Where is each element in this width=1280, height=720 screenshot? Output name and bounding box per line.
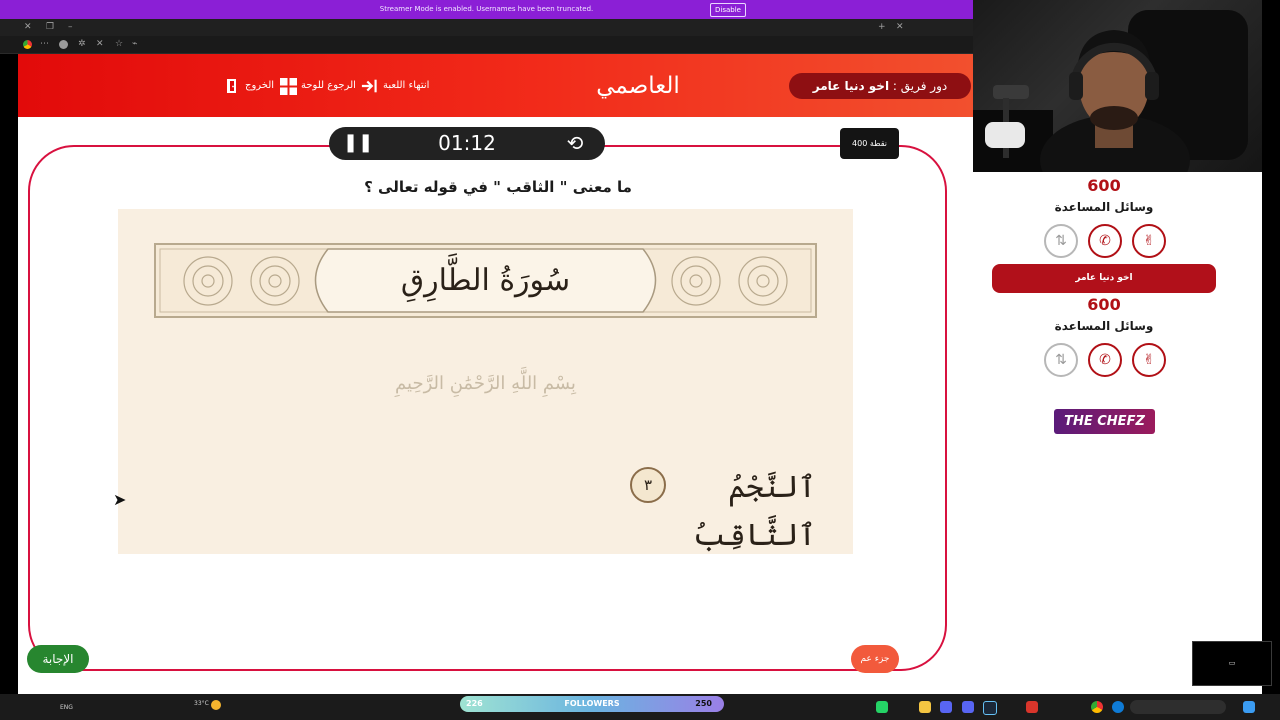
disable-streamer-mode-button[interactable]: Disable bbox=[710, 3, 746, 17]
team1-score: 600 bbox=[1087, 176, 1121, 195]
extensions-icon[interactable]: ✲ bbox=[78, 36, 86, 53]
team1-double-points-icon[interactable]: ✌ bbox=[1132, 224, 1166, 258]
team2-score: 600 bbox=[1087, 295, 1121, 314]
timer-bar: ❚❚ 01:12 ⟲ bbox=[329, 127, 605, 160]
browser-address-bar: ⋯ ✲ ✕ ☆ ⌁ bbox=[0, 36, 973, 54]
taskbar-search-box[interactable] bbox=[1130, 700, 1226, 714]
end-game-button[interactable]: انتهاء اللعبة bbox=[361, 76, 429, 96]
back-to-board-button[interactable]: الرجوع للوحة bbox=[279, 76, 356, 96]
weather-temperature[interactable]: 33°C bbox=[194, 699, 209, 708]
new-tab-icon[interactable]: + bbox=[878, 19, 886, 36]
language-indicator[interactable]: ENG bbox=[60, 703, 73, 712]
ayah-number: ٣ bbox=[630, 467, 666, 503]
game-header: الخروج الرجوع للوحة انتهاء اللعبة العاصم… bbox=[18, 54, 973, 117]
close-tab-icon[interactable]: ✕ bbox=[96, 36, 104, 53]
team1-aids-title: وسائل المساعدة bbox=[1054, 200, 1154, 214]
points-badge: 400 نقطة bbox=[840, 128, 899, 159]
link-icon[interactable]: ⌁ bbox=[132, 36, 137, 53]
discord-icon[interactable] bbox=[940, 701, 952, 713]
team2-aids-title: وسائل المساعدة bbox=[1054, 319, 1154, 333]
browser-tab-bar: ✕ ❐ – + ✕ bbox=[0, 19, 973, 36]
team2-call-friend-icon[interactable]: ✆ bbox=[1088, 343, 1122, 377]
exit-label: الخروج bbox=[245, 80, 275, 91]
turn-team-name: اخو دنيا عامر bbox=[812, 79, 890, 93]
steam-icon[interactable] bbox=[983, 701, 997, 715]
star-icon[interactable]: ☆ bbox=[115, 36, 123, 53]
folder-icon[interactable] bbox=[919, 701, 931, 713]
app-red-icon[interactable] bbox=[1026, 701, 1038, 713]
followers-goal-bar: 226 FOLLOWERS 250 bbox=[460, 696, 724, 712]
exit-button[interactable]: الخروج bbox=[223, 76, 274, 96]
game-page: الخروج الرجوع للوحة انتهاء اللعبة العاصم… bbox=[18, 54, 973, 694]
back-to-board-label: الرجوع للوحة bbox=[301, 80, 356, 91]
team2-swap-question-icon[interactable]: ⇅ bbox=[1044, 343, 1078, 377]
preview-window[interactable]: ▭ bbox=[1192, 641, 1272, 686]
reset-timer-icon[interactable]: ⟲ bbox=[564, 132, 586, 154]
turn-prefix: دور فريق : bbox=[892, 79, 948, 93]
streamer-mode-notice: Streamer Mode is enabled. Usernames have… bbox=[379, 5, 594, 13]
browser-logo-icon bbox=[23, 40, 32, 49]
menu-dots-icon[interactable]: ⋯ bbox=[40, 36, 49, 53]
current-turn-badge: دور فريق : اخو دنيا عامر bbox=[789, 73, 971, 99]
brand-logo: العاصمي bbox=[596, 73, 680, 99]
whatsapp-icon[interactable] bbox=[876, 701, 888, 713]
profile-icon[interactable] bbox=[59, 40, 68, 49]
answer-button[interactable]: الإجابة bbox=[27, 645, 89, 673]
category-badge: جزء عم bbox=[851, 645, 899, 673]
windows-start-icon[interactable] bbox=[1243, 701, 1255, 713]
sponsor-logo: THE CHEFZ bbox=[1054, 409, 1155, 434]
teams-panel: 600 وسائل المساعدة ⇅ ✆ ✌ اخو دنيا عامر 6… bbox=[973, 172, 1262, 694]
edge-icon[interactable] bbox=[1112, 701, 1124, 713]
close-icon[interactable]: ✕ bbox=[24, 19, 32, 36]
ayah-text: ٱلنَّجْمُ ٱلثَّاقِبُ bbox=[692, 470, 816, 553]
basmala: بِسْمِ اللَّهِ الرَّحْمَٰنِ الرَّحِيمِ bbox=[395, 373, 576, 394]
end-game-label: انتهاء اللعبة bbox=[383, 80, 430, 91]
tab-close-icon[interactable]: ✕ bbox=[896, 19, 904, 36]
mouse-cursor-icon: ➤ bbox=[113, 490, 127, 509]
minimize-icon[interactable]: – bbox=[68, 19, 73, 36]
arrow-into-icon bbox=[361, 77, 379, 95]
team1-swap-question-icon[interactable]: ⇅ bbox=[1044, 224, 1078, 258]
team2-double-points-icon[interactable]: ✌ bbox=[1132, 343, 1166, 377]
team1-call-friend-icon[interactable]: ✆ bbox=[1088, 224, 1122, 258]
webcam-overlay bbox=[973, 0, 1262, 172]
team2-name-badge: اخو دنيا عامر bbox=[992, 264, 1216, 293]
followers-label: FOLLOWERS bbox=[564, 699, 620, 708]
quran-verse-image: سُورَةُ الطَّارِقِ بِسْمِ اللَّهِ الرَّح… bbox=[118, 209, 853, 554]
weather-sun-icon[interactable] bbox=[211, 700, 221, 710]
restore-icon[interactable]: ❐ bbox=[46, 19, 54, 36]
discord-alt-icon[interactable] bbox=[962, 701, 974, 713]
chrome-icon[interactable] bbox=[1091, 701, 1103, 713]
timer-display: 01:12 bbox=[438, 131, 496, 155]
question-text: ما معنى " الثاقب " في قوله تعالى ؟ bbox=[364, 178, 632, 196]
pause-icon[interactable]: ❚❚ bbox=[343, 133, 373, 153]
surah-title: سُورَةُ الطَّارِقِ bbox=[400, 263, 571, 298]
grid-icon bbox=[279, 77, 297, 95]
followers-goal: 250 bbox=[695, 699, 712, 708]
exit-door-icon bbox=[223, 77, 241, 95]
